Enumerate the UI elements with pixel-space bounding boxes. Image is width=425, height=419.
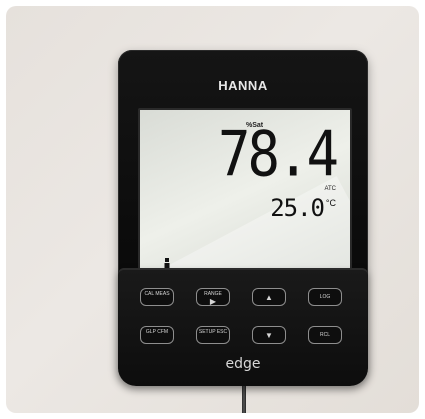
cal-meas-button-label: CAL MEAS xyxy=(144,291,170,297)
up-button[interactable]: ▲ xyxy=(252,288,286,306)
rcl-button-label: RCL xyxy=(319,332,330,338)
down-button[interactable]: ▼ xyxy=(252,326,286,344)
range-button[interactable]: RANGE ▶ xyxy=(196,288,230,306)
glp-cfm-button-label: GLP CFM xyxy=(145,329,169,335)
brand-logo: HANNA xyxy=(218,78,268,93)
rcl-button[interactable]: RCL xyxy=(308,326,342,344)
down-arrow-icon: ▼ xyxy=(265,331,273,340)
setup-esc-button-label: SETUP ESC xyxy=(198,329,228,335)
setup-esc-button[interactable]: SETUP ESC xyxy=(196,326,230,344)
product-photo: HANNA %Sat 78.4 ATC 25.0 °C CAL MEAS RAN… xyxy=(6,6,419,413)
temperature-unit: °C xyxy=(325,198,336,208)
model-logo: edge xyxy=(225,356,261,372)
up-arrow-icon: ▲ xyxy=(265,293,273,302)
glp-cfm-button[interactable]: GLP CFM xyxy=(140,326,174,344)
atc-label: ATC xyxy=(324,186,336,192)
log-button-label: LOG xyxy=(319,294,331,300)
play-icon: ▶ xyxy=(209,297,217,306)
cal-meas-button[interactable]: CAL MEAS xyxy=(140,288,174,306)
temperature-reading: 25.0 xyxy=(270,194,325,222)
main-reading: 78.4 xyxy=(217,118,339,191)
log-button[interactable]: LOG xyxy=(308,288,342,306)
